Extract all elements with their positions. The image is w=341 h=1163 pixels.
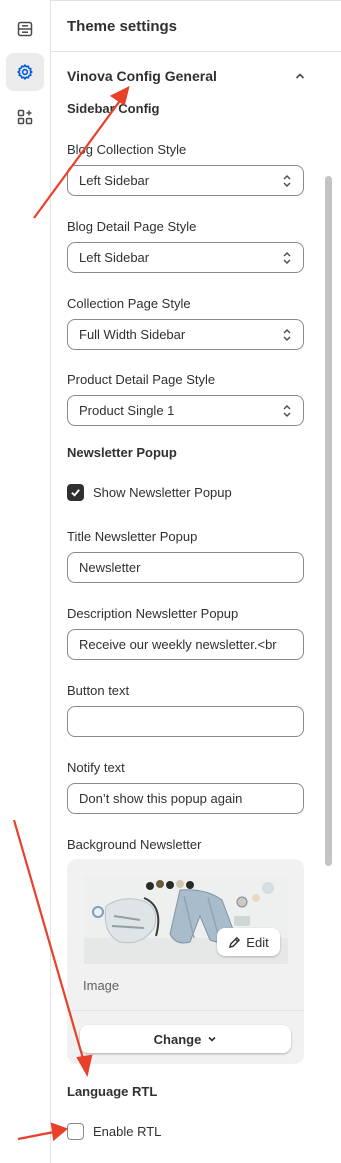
title-newsletter-popup-label: Title Newsletter Popup	[67, 529, 198, 544]
select-caret-icon	[283, 252, 291, 264]
show-newsletter-popup-label: Show Newsletter Popup	[93, 485, 232, 500]
theme-settings-button[interactable]	[6, 53, 44, 91]
change-image-button[interactable]: Change	[80, 1025, 291, 1053]
product-detail-page-style-label: Product Detail Page Style	[67, 372, 216, 387]
change-label: Change	[153, 1031, 202, 1047]
apps-button[interactable]	[6, 98, 44, 136]
chevron-down-icon	[208, 1036, 216, 1042]
blog-collection-style-select[interactable]: Left Sidebar	[67, 165, 304, 196]
gear-icon	[16, 63, 34, 81]
pencil-icon	[229, 936, 241, 948]
edit-label: Edit	[246, 934, 269, 950]
image-caption: Image	[83, 978, 120, 993]
collection-page-style-value: Full Width Sidebar	[79, 327, 186, 342]
button-text-input[interactable]	[67, 706, 304, 737]
checkmark-icon	[71, 489, 80, 497]
card-divider	[67, 1010, 304, 1011]
apps-icon	[17, 109, 33, 125]
top-divider	[51, 0, 341, 1]
notify-text-label: Notify text	[67, 760, 125, 775]
chevron-up-icon	[295, 73, 305, 79]
sections-icon	[17, 21, 33, 37]
arrowhead-icon	[50, 1122, 69, 1142]
blog-detail-page-style-label: Blog Detail Page Style	[67, 219, 197, 234]
background-newsletter-label: Background Newsletter	[67, 837, 202, 852]
button-text-label: Button text	[67, 683, 130, 698]
description-newsletter-popup-value: Receive our weekly newsletter.<br	[79, 637, 277, 652]
product-detail-page-style-select[interactable]: Product Single 1	[67, 395, 304, 426]
header-divider	[51, 51, 341, 52]
select-caret-icon	[283, 405, 291, 417]
select-caret-icon	[283, 175, 291, 187]
enable-rtl-checkbox[interactable]	[67, 1123, 84, 1140]
scrollbar-thumb[interactable]	[325, 176, 332, 866]
collection-page-style-label: Collection Page Style	[67, 296, 191, 311]
notify-text-value: Don’t show this popup again	[79, 791, 243, 806]
select-caret-icon	[283, 329, 291, 341]
section-title: Vinova Config General	[67, 68, 217, 84]
description-newsletter-popup-input[interactable]: Receive our weekly newsletter.<br	[67, 629, 304, 660]
show-newsletter-popup-checkbox[interactable]	[67, 484, 84, 501]
notify-text-input[interactable]: Don’t show this popup again	[67, 783, 304, 814]
sidebar-config-heading: Sidebar Config	[67, 101, 160, 116]
sections-button[interactable]	[6, 10, 44, 48]
language-rtl-heading: Language RTL	[67, 1084, 158, 1099]
panel-title: Theme settings	[67, 18, 178, 35]
section-header-toggle[interactable]: Vinova Config General	[67, 66, 307, 86]
enable-rtl-label: Enable RTL	[93, 1124, 162, 1139]
blog-detail-page-style-value: Left Sidebar	[79, 250, 150, 265]
product-detail-page-style-value: Product Single 1	[79, 403, 175, 418]
edit-image-button[interactable]: Edit	[217, 928, 280, 956]
title-newsletter-popup-input[interactable]: Newsletter	[67, 552, 304, 583]
blog-detail-page-style-select[interactable]: Left Sidebar	[67, 242, 304, 273]
description-newsletter-popup-label: Description Newsletter Popup	[67, 606, 239, 621]
collection-page-style-select[interactable]: Full Width Sidebar	[67, 319, 304, 350]
title-newsletter-popup-value: Newsletter	[79, 560, 141, 575]
newsletter-popup-heading: Newsletter Popup	[67, 445, 177, 460]
side-rail	[0, 0, 51, 1163]
blog-collection-style-label: Blog Collection Style	[67, 142, 187, 157]
blog-collection-style-value: Left Sidebar	[79, 173, 150, 188]
